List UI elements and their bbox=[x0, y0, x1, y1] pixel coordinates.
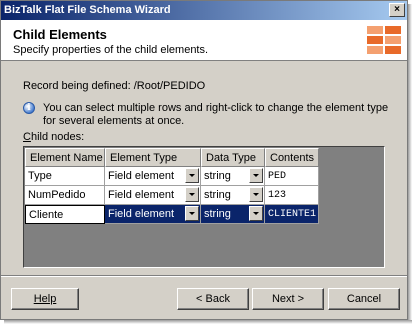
column-header-element-type[interactable]: Element Type bbox=[105, 148, 201, 167]
table-row-0-contents: PED bbox=[265, 167, 319, 186]
window-shadow-bottom bbox=[4, 320, 412, 324]
info-icon: i bbox=[23, 102, 35, 114]
chevron-down-icon[interactable] bbox=[249, 187, 263, 202]
chevron-down-icon[interactable] bbox=[185, 206, 199, 221]
chevron-down-icon[interactable] bbox=[185, 187, 199, 202]
chevron-down-icon[interactable] bbox=[249, 206, 263, 221]
table-row-2-contents: CLIENTE1 bbox=[265, 205, 319, 224]
table-row-1-data-type[interactable]: string bbox=[201, 186, 265, 205]
table-row-0-data-type[interactable]: string bbox=[201, 167, 265, 186]
page-subtitle: Specify properties of the child elements… bbox=[13, 44, 209, 56]
record-path: /Root/PEDIDO bbox=[133, 80, 206, 92]
help-button-label: Help bbox=[33, 293, 57, 305]
page-title: Child Elements bbox=[13, 27, 107, 42]
element-type-value: Field element bbox=[108, 189, 175, 201]
table-row-2-element-type[interactable]: Field element bbox=[105, 205, 201, 224]
column-header-contents[interactable]: Contents bbox=[265, 148, 319, 167]
element-type-value: Field element bbox=[108, 170, 175, 182]
next-button-label: Next > bbox=[271, 293, 305, 305]
window-shadow-right bbox=[408, 4, 412, 322]
table-row-1-name[interactable]: NumPedido bbox=[25, 186, 105, 205]
chevron-down-icon[interactable] bbox=[249, 168, 263, 183]
table-row-1-contents: 123 bbox=[265, 186, 319, 205]
cancel-button-label: Cancel bbox=[346, 293, 382, 305]
chevron-down-icon[interactable] bbox=[185, 168, 199, 183]
help-button[interactable]: Help bbox=[11, 288, 79, 310]
record-being-defined: Record being defined: /Root/PEDIDO bbox=[23, 80, 205, 92]
record-label: Record being defined: bbox=[23, 80, 131, 92]
cancel-button[interactable]: Cancel bbox=[328, 288, 400, 310]
table-row-0-element-type[interactable]: Field element bbox=[105, 167, 201, 186]
table-row-2-name[interactable]: Cliente bbox=[25, 205, 105, 224]
wizard-window: BizTalk Flat File Schema Wizard × Child … bbox=[0, 0, 408, 320]
next-button[interactable]: Next > bbox=[252, 288, 324, 310]
child-nodes-grid[interactable]: Element Name Element Type Data Type Cont… bbox=[23, 146, 385, 268]
wizard-header: Child Elements Specify properties of the… bbox=[1, 20, 407, 61]
column-header-data-type[interactable]: Data Type bbox=[201, 148, 265, 167]
window-title: BizTalk Flat File Schema Wizard bbox=[4, 4, 171, 16]
column-header-element-name[interactable]: Element Name bbox=[25, 148, 105, 167]
child-nodes-label-rest: hild nodes: bbox=[30, 131, 85, 143]
data-type-value: string bbox=[204, 170, 231, 182]
back-button[interactable]: < Back bbox=[177, 288, 249, 310]
button-separator bbox=[1, 275, 407, 277]
info-text: You can select multiple rows and right-c… bbox=[43, 102, 389, 127]
element-type-value: Field element bbox=[108, 208, 175, 220]
data-type-value: string bbox=[204, 208, 231, 220]
data-type-value: string bbox=[204, 189, 231, 201]
title-bar: BizTalk Flat File Schema Wizard × bbox=[1, 1, 407, 20]
child-nodes-label: Child nodes: bbox=[23, 131, 85, 143]
close-button[interactable]: × bbox=[389, 3, 405, 17]
table-row-2-data-type[interactable]: string bbox=[201, 205, 265, 224]
table-row-1-element-type[interactable]: Field element bbox=[105, 186, 201, 205]
biztalk-logo-icon bbox=[367, 22, 403, 58]
back-button-label: < Back bbox=[196, 293, 230, 305]
table-row-0-name[interactable]: Type bbox=[25, 167, 105, 186]
